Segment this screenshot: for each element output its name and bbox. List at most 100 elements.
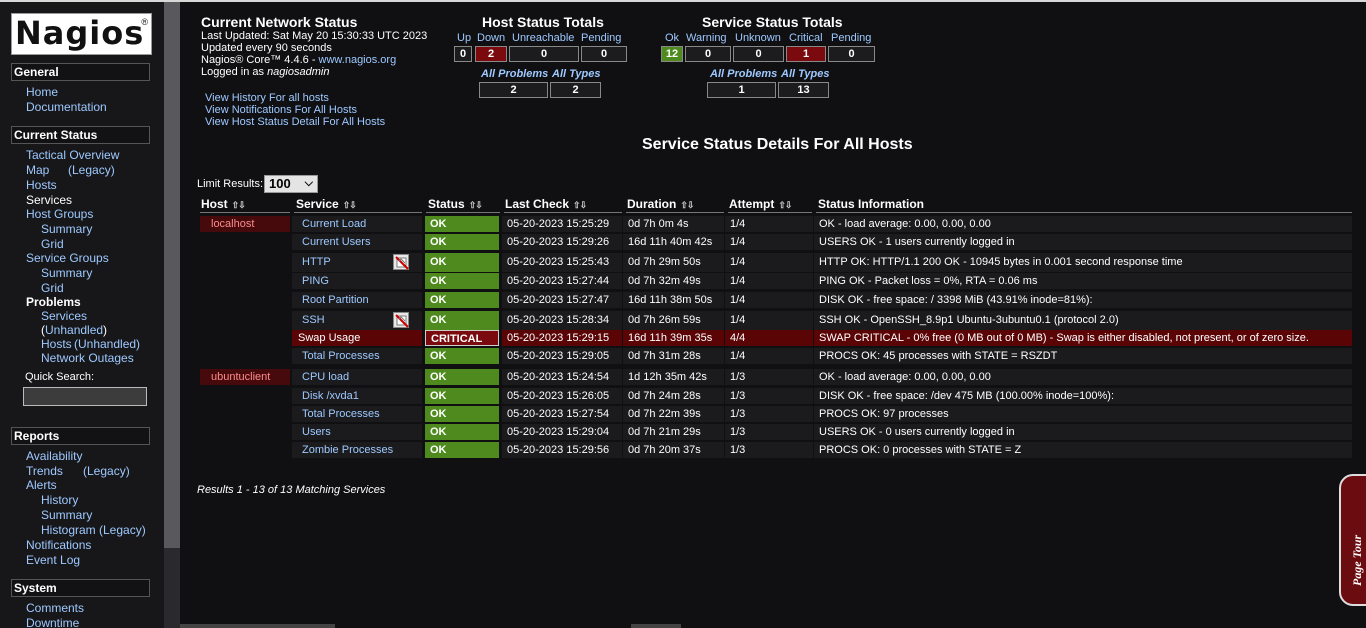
service-cell[interactable]: Users: [292, 424, 422, 440]
nav-map[interactable]: Map: [26, 163, 49, 177]
svc-all-problems-label[interactable]: All Problems: [710, 68, 777, 80]
host-down-count[interactable]: 2: [475, 46, 507, 62]
host-unreachable-label[interactable]: Unreachable: [512, 32, 574, 44]
sort-arrows-icon[interactable]: ⇧⇩: [778, 200, 792, 210]
nav-servicegroups-grid[interactable]: Grid: [41, 281, 64, 295]
service-cell[interactable]: Total Processes: [292, 348, 422, 364]
host-cell[interactable]: localhost: [200, 216, 290, 232]
svc-critical-label[interactable]: Critical: [789, 32, 823, 44]
sort-arrows-icon[interactable]: ⇧⇩: [343, 200, 357, 210]
host-all-types-label[interactable]: All Types: [552, 68, 601, 80]
status-cell[interactable]: OK: [425, 311, 499, 330]
status-cell[interactable]: OK: [425, 253, 499, 272]
host-all-types-count[interactable]: 2: [550, 82, 601, 98]
host-pending-count[interactable]: 0: [581, 46, 627, 62]
nav-documentation[interactable]: Documentation: [26, 100, 107, 114]
status-cell[interactable]: OK: [425, 234, 499, 250]
svc-ok-label[interactable]: Ok: [665, 32, 679, 44]
svc-pending-label[interactable]: Pending: [831, 32, 871, 44]
host-unreachable-count[interactable]: 0: [509, 46, 579, 62]
status-cell[interactable]: OK: [425, 388, 499, 404]
host-up-count[interactable]: 0: [454, 46, 472, 62]
service-cell[interactable]: Swap Usage: [292, 330, 422, 346]
nav-tactical-overview[interactable]: Tactical Overview: [26, 148, 119, 162]
status-cell[interactable]: OK: [425, 292, 499, 308]
nav-hosts[interactable]: Hosts: [26, 178, 57, 192]
disabled-notifications-icon[interactable]: [393, 312, 409, 328]
status-cell[interactable]: OK: [425, 348, 499, 364]
service-cell[interactable]: Current Users: [292, 234, 422, 250]
service-cell[interactable]: PING: [292, 273, 422, 289]
svc-ok-count[interactable]: 12: [661, 46, 683, 62]
service-cell[interactable]: Root Partition: [292, 292, 422, 308]
sort-arrows-icon[interactable]: ⇧⇩: [232, 200, 246, 210]
nav-problems[interactable]: Problems: [26, 295, 81, 309]
nav-problems-hosts-unhandled[interactable]: (Unhandled): [74, 337, 140, 351]
sidebar-scrollbar-track[interactable]: [164, 548, 180, 628]
nav-network-outages[interactable]: Network Outages: [41, 351, 134, 365]
nav-hostgroups-grid[interactable]: Grid: [41, 237, 64, 251]
nav-hostgroups-summary[interactable]: Summary: [41, 222, 92, 236]
nav-event-log[interactable]: Event Log: [26, 553, 80, 567]
sort-arrows-icon[interactable]: ⇧⇩: [680, 200, 694, 210]
service-cell[interactable]: Disk /xvda1: [292, 388, 422, 404]
status-cell[interactable]: CRITICAL: [425, 330, 499, 346]
status-cell[interactable]: OK: [425, 442, 499, 458]
nav-map-legacy[interactable]: (Legacy): [68, 163, 115, 177]
nav-service-groups[interactable]: Service Groups: [26, 251, 109, 265]
svc-all-types-count[interactable]: 13: [778, 82, 829, 98]
nav-problems-services-unhandled[interactable]: Unhandled: [45, 323, 103, 337]
service-cell[interactable]: Zombie Processes: [292, 442, 422, 458]
nagios-logo[interactable]: Nagios ®: [11, 13, 152, 55]
sort-arrows-icon[interactable]: ⇧⇩: [469, 200, 483, 210]
svc-all-types-label[interactable]: All Types: [781, 68, 830, 80]
service-cell[interactable]: Total Processes: [292, 406, 422, 422]
nav-availability[interactable]: Availability: [26, 449, 82, 463]
nav-home[interactable]: Home: [26, 85, 58, 99]
svc-unknown-label[interactable]: Unknown: [735, 32, 781, 44]
nav-host-groups[interactable]: Host Groups: [26, 207, 93, 221]
nav-comments[interactable]: Comments: [26, 601, 84, 615]
nav-notifications[interactable]: Notifications: [26, 538, 91, 552]
nav-problems-services[interactable]: Services: [41, 309, 87, 323]
view-host-status-link[interactable]: View Host Status Detail For All Hosts: [205, 116, 385, 128]
sidebar-scrollbar-thumb[interactable]: [164, 2, 180, 548]
svc-pending-count[interactable]: 0: [828, 46, 875, 62]
nav-alerts-histogram[interactable]: Histogram (Legacy): [41, 523, 146, 537]
status-cell[interactable]: OK: [425, 369, 499, 385]
disabled-notifications-icon[interactable]: [393, 254, 409, 270]
page-tour-button[interactable]: Page Tour: [1339, 474, 1366, 606]
host-all-problems-count[interactable]: 2: [479, 82, 548, 98]
status-cell[interactable]: OK: [425, 424, 499, 440]
host-pending-label[interactable]: Pending: [581, 32, 621, 44]
service-cell[interactable]: CPU load: [292, 369, 422, 385]
status-cell[interactable]: OK: [425, 216, 499, 232]
nav-services[interactable]: Services: [26, 193, 72, 207]
svc-warning-count[interactable]: 0: [685, 46, 731, 62]
service-cell[interactable]: Current Load: [292, 216, 422, 232]
sort-arrows-icon[interactable]: ⇧⇩: [573, 200, 587, 210]
quick-search-input[interactable]: [23, 387, 147, 406]
status-cell[interactable]: OK: [425, 273, 499, 289]
svc-all-problems-count[interactable]: 1: [707, 82, 776, 98]
nav-alerts[interactable]: Alerts: [26, 478, 57, 492]
host-all-problems-label[interactable]: All Problems: [481, 68, 548, 80]
nav-problems-hosts[interactable]: Hosts: [41, 337, 72, 351]
nav-trends-legacy[interactable]: (Legacy): [83, 464, 130, 478]
svc-unknown-count[interactable]: 0: [733, 46, 784, 62]
nav-alerts-summary[interactable]: Summary: [41, 508, 92, 522]
nav-downtime[interactable]: Downtime: [26, 616, 79, 628]
limit-results-select[interactable]: 100 ⌵: [264, 175, 318, 193]
view-notifications-link[interactable]: View Notifications For All Hosts: [205, 104, 357, 116]
svc-critical-count[interactable]: 1: [786, 46, 826, 62]
nagios-website-link[interactable]: www.nagios.org: [319, 54, 397, 66]
nav-trends[interactable]: Trends: [26, 464, 63, 478]
nav-servicegroups-summary[interactable]: Summary: [41, 266, 92, 280]
host-cell[interactable]: ubuntuclient: [200, 369, 290, 385]
svc-warning-label[interactable]: Warning: [686, 32, 727, 44]
host-up-label[interactable]: Up: [457, 32, 471, 44]
nav-alerts-history[interactable]: History: [41, 493, 78, 507]
host-down-label[interactable]: Down: [477, 32, 505, 44]
status-cell[interactable]: OK: [425, 406, 499, 422]
view-history-link[interactable]: View History For all hosts: [205, 92, 329, 104]
